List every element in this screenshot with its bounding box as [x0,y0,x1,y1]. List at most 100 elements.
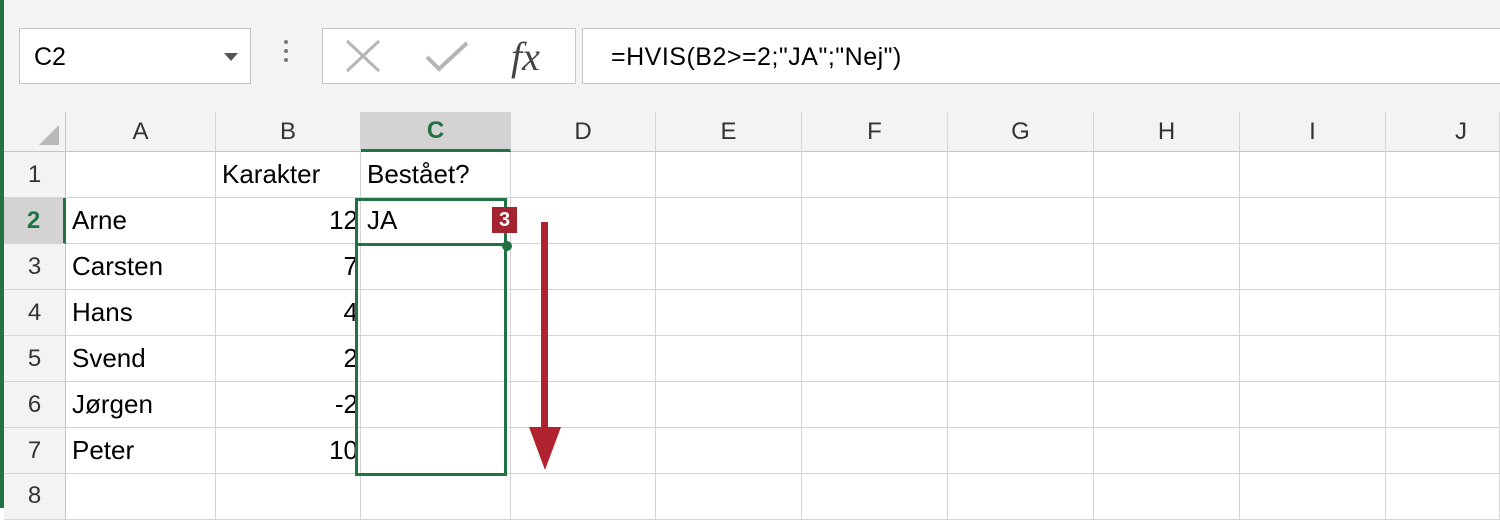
grid-cell[interactable] [948,336,1094,382]
fill-handle[interactable] [502,241,512,251]
grid-cell[interactable] [1094,428,1240,474]
row-header-7[interactable]: 7 [4,428,66,474]
grid-cell[interactable] [1240,382,1386,428]
grid-cell[interactable] [361,244,511,290]
grid-cell[interactable] [1094,152,1240,198]
insert-function-icon[interactable]: fx [511,33,540,80]
grid-cell[interactable] [802,474,948,520]
grid-cell[interactable] [802,290,948,336]
cell-b7[interactable]: 10 [216,428,361,474]
grid-cell[interactable] [1386,336,1500,382]
grid-cell[interactable] [1240,336,1386,382]
row-header-8[interactable]: 8 [4,474,66,520]
grid-cell[interactable] [361,382,511,428]
grid-cell[interactable] [1094,198,1240,244]
grid-cell[interactable] [948,474,1094,520]
cell-a6[interactable]: Jørgen [66,382,216,428]
grid-cell[interactable] [511,474,656,520]
cell-a5[interactable]: Svend [66,336,216,382]
grid-cell[interactable] [802,428,948,474]
grid-cell[interactable] [656,198,802,244]
grid-cell[interactable] [948,244,1094,290]
grid-cell[interactable] [66,474,216,520]
grid-cell[interactable] [656,244,802,290]
cell-c1[interactable]: Bestået? [361,152,511,198]
grid-cell[interactable] [656,336,802,382]
select-all-button[interactable] [4,112,66,152]
grid-cell[interactable] [361,428,511,474]
column-header-j[interactable]: J [1386,112,1500,152]
grid-cell[interactable] [1094,290,1240,336]
grid-cell[interactable] [1386,290,1500,336]
column-header-g[interactable]: G [948,112,1094,152]
column-header-d[interactable]: D [511,112,656,152]
grid-cell[interactable] [1240,474,1386,520]
grid-cell[interactable] [656,382,802,428]
grid-cell[interactable] [948,198,1094,244]
cell-b5[interactable]: 2 [216,336,361,382]
formula-input[interactable]: =HVIS(B2>=2;"JA";"Nej") [582,28,1500,84]
grid-cell[interactable] [802,198,948,244]
column-header-a[interactable]: A [66,112,216,152]
grid-cell[interactable] [948,428,1094,474]
grid-cell[interactable] [656,152,802,198]
drag-handle-icon[interactable] [284,40,290,67]
grid-cell[interactable] [948,382,1094,428]
cell-b4[interactable]: 4 [216,290,361,336]
grid-cell[interactable] [656,474,802,520]
grid-cell[interactable] [216,474,361,520]
cell-b3[interactable]: 7 [216,244,361,290]
grid-cell[interactable] [361,474,511,520]
cell-a4[interactable]: Hans [66,290,216,336]
row-header-4[interactable]: 4 [4,290,66,336]
grid-cell[interactable] [1386,198,1500,244]
grid-cell[interactable] [656,428,802,474]
row-header-6[interactable]: 6 [4,382,66,428]
grid-cell[interactable] [802,382,948,428]
cell-a3[interactable]: Carsten [66,244,216,290]
grid-cell[interactable] [1240,152,1386,198]
chevron-down-icon[interactable] [224,53,238,61]
grid-cell[interactable] [1386,244,1500,290]
grid-cell[interactable] [1386,474,1500,520]
grid-cell[interactable] [948,290,1094,336]
grid-cell[interactable] [802,152,948,198]
grid-cell[interactable] [66,152,216,198]
grid-cell[interactable] [1240,290,1386,336]
grid-cell[interactable] [802,336,948,382]
grid-cell[interactable] [1386,428,1500,474]
grid-cell[interactable] [802,244,948,290]
grid-cell[interactable] [1094,382,1240,428]
grid-cell[interactable] [1240,428,1386,474]
row-header-5[interactable]: 5 [4,336,66,382]
grid-cell[interactable] [511,152,656,198]
column-header-c[interactable]: C [361,112,511,152]
checkmark-icon[interactable] [423,37,471,75]
grid-cell[interactable] [1240,244,1386,290]
grid-cell[interactable] [1240,198,1386,244]
grid-cell[interactable] [361,336,511,382]
grid-cell[interactable] [1386,152,1500,198]
cell-b6[interactable]: -2 [216,382,361,428]
column-header-b[interactable]: B [216,112,361,152]
grid-cell[interactable] [361,290,511,336]
cancel-x-icon[interactable] [341,37,385,75]
grid-cell[interactable] [948,152,1094,198]
cell-b2[interactable]: 12 [216,198,361,244]
row-header-1[interactable]: 1 [4,152,66,198]
cell-b1[interactable]: Karakter [216,152,361,198]
row-header-3[interactable]: 3 [4,244,66,290]
column-header-i[interactable]: I [1240,112,1386,152]
grid-cell[interactable] [656,290,802,336]
column-header-e[interactable]: E [656,112,802,152]
grid-cell[interactable] [1094,244,1240,290]
grid-cell[interactable] [1094,474,1240,520]
grid-cell[interactable] [1094,336,1240,382]
cell-a2[interactable]: Arne [66,198,216,244]
row-header-2[interactable]: 2 [4,198,66,244]
column-header-f[interactable]: F [802,112,948,152]
name-box[interactable]: C2 [19,28,251,84]
grid-cell[interactable] [1386,382,1500,428]
cell-a7[interactable]: Peter [66,428,216,474]
column-header-h[interactable]: H [1094,112,1240,152]
